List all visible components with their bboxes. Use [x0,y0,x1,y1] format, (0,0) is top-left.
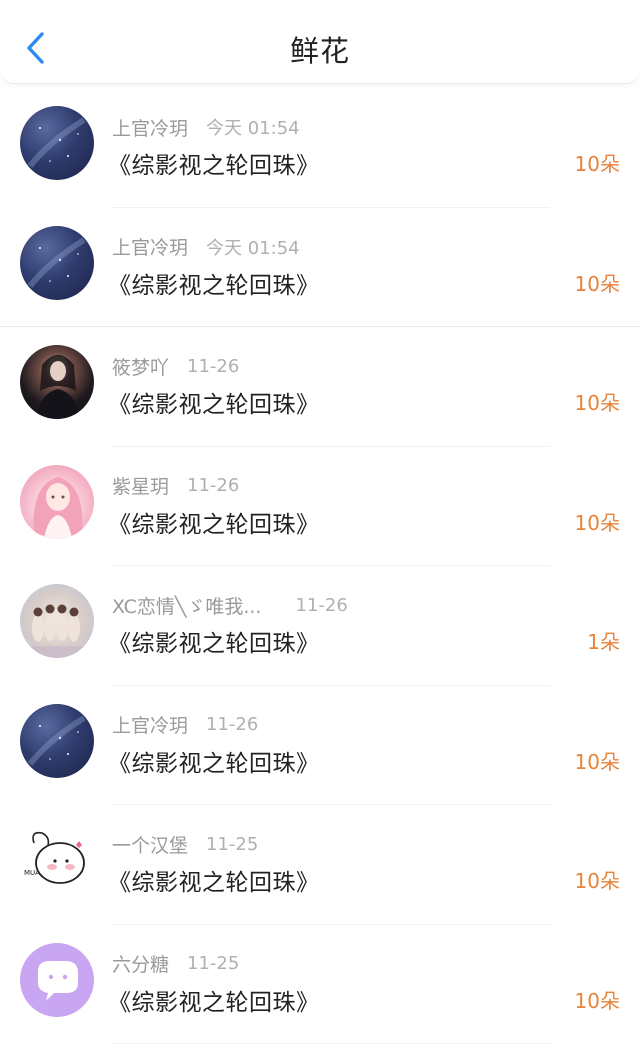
starry-sky-icon [27,117,86,168]
work-title[interactable]: 《综影视之轮回珠》 [108,385,320,419]
person-photo-icon [36,355,80,419]
list-item[interactable]: MUA 一个汉堡 11-25 《综影视之轮回珠》 10朵 [0,805,640,925]
user-name[interactable]: 上官冷玥 [112,711,188,738]
user-name[interactable]: 紫星玥 [112,472,169,499]
avatar[interactable] [20,584,94,658]
flower-count: 10朵 [574,271,620,296]
top-bar: 鲜花 [0,0,640,84]
item-meta: 六分糖 11-25 [112,951,239,977]
work-title[interactable]: 《综影视之轮回珠》 [108,266,320,300]
timestamp: 11-26 [206,714,259,735]
item-meta: 紫星玥 11-26 [112,473,239,499]
avatar[interactable] [20,225,94,300]
timestamp: 11-25 [206,833,259,855]
flower-count: 10朵 [574,152,620,176]
flower-count: 10朵 [574,510,620,535]
flower-count: 10朵 [574,749,620,774]
user-name[interactable]: 筱梦吖 [112,353,169,380]
item-meta: 上官冷玥 今天 01:54 [112,234,300,260]
user-name[interactable]: 六分糖 [112,950,169,977]
anime-girl-icon [33,476,83,539]
work-title[interactable]: 《综影视之轮回珠》 [108,983,320,1017]
work-title[interactable]: 《综影视之轮回珠》 [108,505,320,539]
list-item[interactable]: 上官冷玥 今天 01:54 《综影视之轮回珠》 10朵 [0,88,640,208]
cartoon-sticker-icon: MUA [24,831,85,884]
work-title[interactable]: 《综影视之轮回珠》 [108,146,320,180]
user-name[interactable]: XC恋情╲ゞ唯我... [112,592,261,619]
list-item[interactable]: 紫星玥 11-26 《综影视之轮回珠》 10朵 [0,447,640,566]
flower-count: 10朵 [574,391,620,415]
timestamp: 11-26 [187,475,240,496]
user-name[interactable]: 一个汉堡 [112,831,188,858]
timestamp: 今天 01:54 [206,118,300,139]
list-item[interactable]: 上官冷玥 今天 01:54 《综影视之轮回珠》 10朵 [0,208,640,327]
work-title[interactable]: 《综影视之轮回珠》 [108,863,320,897]
work-title[interactable]: 《综影视之轮回珠》 [108,624,320,658]
group-photo-icon [20,604,94,658]
starry-sky-icon [27,714,86,766]
timestamp: 11-26 [295,594,348,616]
svg-text:MUA: MUA [24,869,40,877]
user-name[interactable]: 上官冷玥 [112,114,188,141]
avatar[interactable] [20,464,94,539]
avatar[interactable] [20,703,94,778]
timestamp: 11-26 [187,355,240,377]
item-meta: 一个汉堡 11-25 [112,831,258,857]
list-item[interactable]: XC恋情╲ゞ唯我... 11-26 《综影视之轮回珠》 1朵 [0,566,640,686]
timestamp: 11-25 [187,953,240,974]
chat-bubble-icon [38,960,78,1001]
user-name[interactable]: 上官冷玥 [112,233,188,260]
avatar[interactable] [20,942,94,1017]
timestamp: 今天 01:54 [206,237,300,259]
item-meta: 筱梦吖 11-26 [112,353,239,379]
starry-sky-icon [27,236,86,288]
avatar[interactable] [20,106,94,180]
list-item[interactable]: 筱梦吖 11-26 《综影视之轮回珠》 10朵 [0,327,640,447]
item-meta: 上官冷玥 11-26 [112,712,258,738]
list-item[interactable]: 上官冷玥 11-26 《综影视之轮回珠》 10朵 [0,686,640,805]
avatar[interactable]: MUA [20,823,94,897]
page-title: 鲜花 [289,34,350,68]
flower-list: 上官冷玥 今天 01:54 《综影视之轮回珠》 10朵 上官冷玥 今天 01:5… [0,88,640,1044]
avatar[interactable] [20,345,94,419]
work-title[interactable]: 《综影视之轮回珠》 [108,744,320,778]
item-meta: XC恋情╲ゞ唯我... 11-26 [112,592,348,618]
item-meta: 上官冷玥 今天 01:54 [112,114,300,140]
list-item[interactable]: 六分糖 11-25 《综影视之轮回珠》 10朵 [0,925,640,1044]
flower-count: 10朵 [574,988,620,1013]
flower-count: 1朵 [587,630,620,654]
flower-count: 10朵 [574,869,620,893]
